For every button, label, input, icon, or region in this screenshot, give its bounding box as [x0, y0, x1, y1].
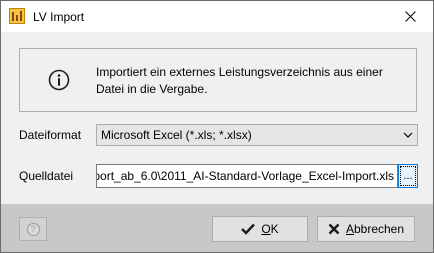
info-line-1: Importiert ein externes Leistungsverzeic… [96, 65, 383, 79]
ok-button[interactable]: OK [212, 216, 308, 242]
chevron-down-icon [403, 132, 413, 138]
dialog-footer: ? OK Abbrechen [1, 204, 433, 252]
source-file-input[interactable]: port_ab_6.0\2011_AI-Standard-Vorlage_Exc… [96, 164, 398, 188]
format-label: Dateiformat [19, 128, 82, 142]
info-icon [48, 69, 70, 91]
app-icon [9, 8, 25, 24]
format-select-value: Microsoft Excel (*.xls; *.xlsx) [101, 128, 252, 142]
close-icon [404, 11, 416, 22]
source-label: Quelldatei [19, 169, 74, 183]
lv-import-dialog: LV Import Importiert ein externes Leistu… [0, 0, 434, 253]
help-button[interactable]: ? [19, 217, 47, 241]
window-title: LV Import [33, 10, 85, 24]
info-panel: Importiert ein externes Leistungsverzeic… [19, 48, 417, 112]
dialog-content: Importiert ein externes Leistungsverzeic… [1, 32, 433, 204]
close-button[interactable] [387, 1, 433, 32]
info-message: Importiert ein externes Leistungsverzeic… [96, 64, 396, 98]
ok-button-label: OK [261, 222, 279, 236]
cancel-x-icon [328, 223, 340, 235]
info-line-2: Datei in die Vergabe. [96, 82, 208, 96]
title-bar: LV Import [1, 1, 433, 32]
browse-button[interactable]: ... [398, 164, 418, 188]
cancel-button-label: Abbrechen [345, 222, 405, 236]
cancel-button[interactable]: Abbrechen [317, 216, 415, 242]
help-icon: ? [26, 222, 40, 236]
checkmark-icon [241, 223, 256, 235]
source-file-value: port_ab_6.0\2011_AI-Standard-Vorlage_Exc… [96, 169, 394, 183]
format-select[interactable]: Microsoft Excel (*.xls; *.xlsx) [96, 124, 418, 146]
